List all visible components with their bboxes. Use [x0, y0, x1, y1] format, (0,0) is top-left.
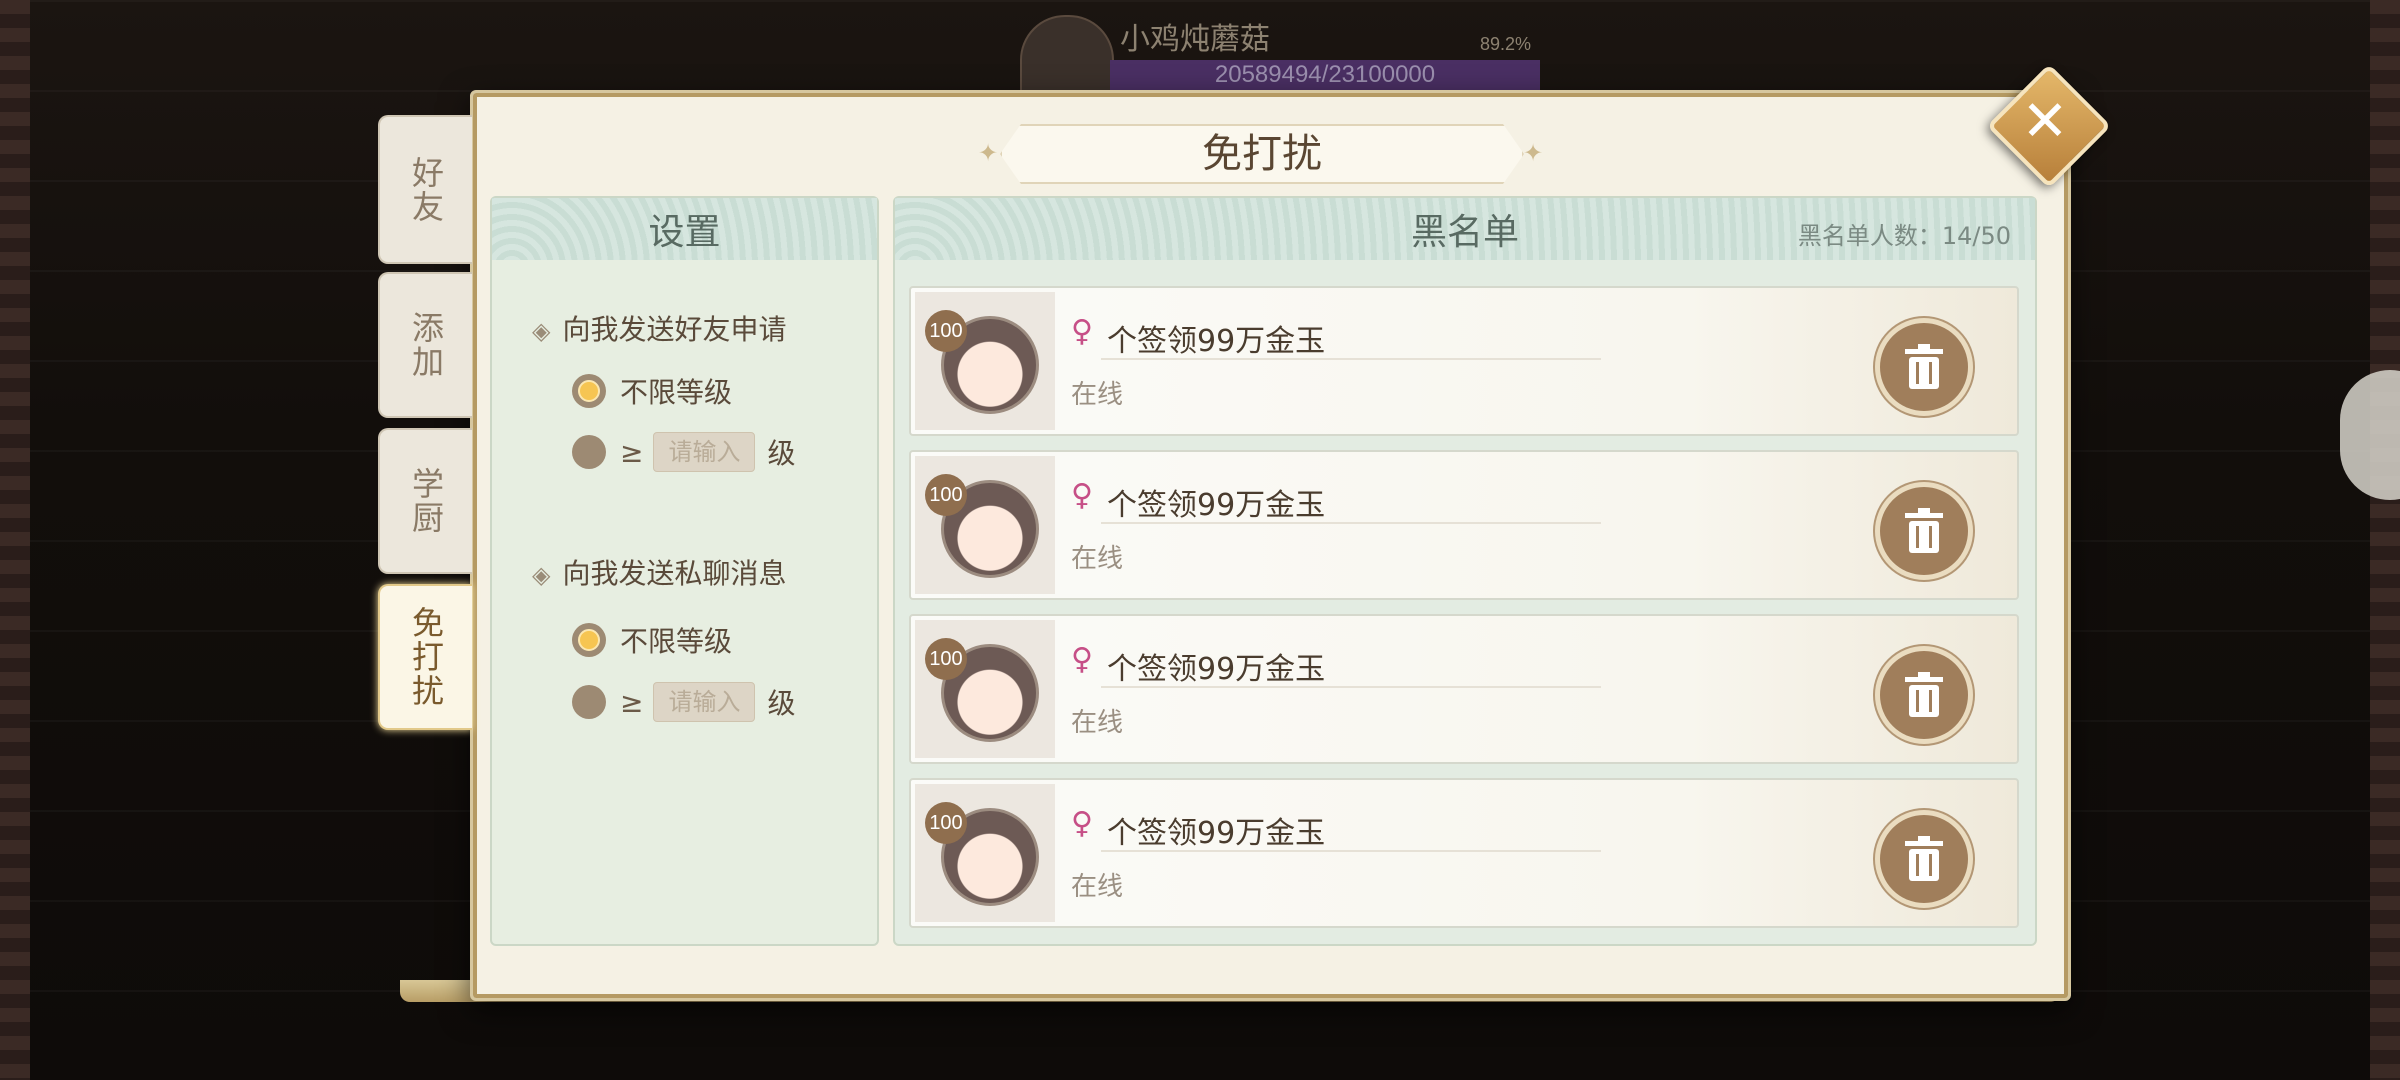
- level-badge: 100: [925, 802, 967, 844]
- settings-heading: 设置: [492, 198, 877, 260]
- online-status: 在线: [1071, 544, 1124, 574]
- blacklist-count: 黑名单人数：14/50: [1797, 222, 2011, 250]
- online-status: 在线: [1071, 380, 1124, 410]
- blacklist-name: 个签领99万金玉: [1107, 652, 1326, 687]
- tab-cooking[interactable]: 学厨: [378, 428, 472, 574]
- online-status: 在线: [1071, 708, 1124, 738]
- remove-button[interactable]: [1875, 646, 1973, 744]
- tab-friends[interactable]: 好友: [378, 115, 472, 264]
- private-message-level-option[interactable]: ≥ 请输入 级: [572, 682, 795, 722]
- blacklist-name: 个签领99万金玉: [1107, 324, 1326, 359]
- friend-request-unlimited-option[interactable]: 不限等级: [572, 371, 732, 411]
- diamond-icon: ◈: [532, 317, 551, 345]
- title-ornament-right-icon: ✦: [1522, 139, 1544, 167]
- friend-request-level-input[interactable]: 请输入: [653, 432, 756, 472]
- right-border-decoration: [2370, 0, 2400, 1080]
- friend-request-level-option[interactable]: ≥ 请输入 级: [572, 432, 795, 472]
- avatar[interactable]: 100: [915, 620, 1055, 758]
- radio-button-selected[interactable]: [572, 374, 606, 408]
- remove-button[interactable]: [1875, 810, 1973, 908]
- blacklist-row: 100 ♀ 个签领99万金玉 在线: [909, 286, 2019, 436]
- player-info-bar: 小鸡炖蘑菇 89.2% 20589494/23100000: [1000, 0, 1560, 94]
- divider: [1101, 522, 1601, 524]
- divider: [1101, 686, 1601, 688]
- level-badge: 100: [925, 474, 967, 516]
- divider: [1101, 850, 1601, 852]
- private-message-setting-title: ◈ 向我发送私聊消息: [532, 557, 787, 590]
- blacklist-name: 个签领99万金玉: [1107, 488, 1326, 523]
- private-message-unlimited-option[interactable]: 不限等级: [572, 620, 732, 660]
- dialog-title: 免打扰: [1000, 124, 1524, 184]
- player-name: 小鸡炖蘑菇: [1120, 23, 1270, 56]
- female-icon: ♀: [1071, 478, 1093, 513]
- level-badge: 100: [925, 638, 967, 680]
- female-icon: ♀: [1071, 314, 1093, 349]
- close-icon[interactable]: ✕: [2013, 90, 2077, 154]
- radio-button-selected[interactable]: [572, 623, 606, 657]
- dialog-title-text: 免打扰: [1202, 131, 1322, 177]
- avatar[interactable]: 100: [915, 292, 1055, 430]
- friend-request-setting-title: ◈ 向我发送好友申请: [532, 313, 787, 346]
- settings-panel: 设置 ◈ 向我发送好友申请 不限等级 ≥ 请输入 级 ◈ 向我发送私聊消息 不限等级…: [490, 196, 879, 946]
- private-message-level-input[interactable]: 请输入: [653, 682, 756, 722]
- player-avatar[interactable]: [1020, 15, 1114, 94]
- level-badge: 100: [925, 310, 967, 352]
- avatar[interactable]: 100: [915, 784, 1055, 922]
- tab-label: 学厨: [407, 467, 445, 535]
- tab-do-not-disturb[interactable]: 免打扰: [378, 584, 472, 730]
- avatar[interactable]: 100: [915, 456, 1055, 594]
- divider: [1101, 358, 1601, 360]
- female-icon: ♀: [1071, 642, 1093, 677]
- player-xp-bar: 20589494/23100000: [1110, 60, 1540, 90]
- tab-label: 添加: [407, 311, 445, 379]
- blacklist-row: 100 ♀ 个签领99万金玉 在线: [909, 614, 2019, 764]
- trash-icon: [1905, 344, 1943, 389]
- blacklist-heading: 黑名单 黑名单人数：14/50: [895, 198, 2035, 260]
- female-icon: ♀: [1071, 806, 1093, 841]
- trash-icon: [1905, 508, 1943, 553]
- radio-button[interactable]: [572, 685, 606, 719]
- blacklist-row: 100 ♀ 个签领99万金玉 在线: [909, 778, 2019, 928]
- blacklist-row: 100 ♀ 个签领99万金玉 在线: [909, 450, 2019, 600]
- trash-icon: [1905, 672, 1943, 717]
- blacklist-name: 个签领99万金玉: [1107, 816, 1326, 851]
- tab-label: 好友: [407, 155, 445, 224]
- trash-icon: [1905, 836, 1943, 881]
- title-ornament-left-icon: ✦: [977, 139, 999, 167]
- blacklist-panel: 黑名单 黑名单人数：14/50 100 ♀ 个签领99万金玉 在线 100 ♀ …: [893, 196, 2037, 946]
- tab-label: 免打扰: [407, 606, 445, 708]
- player-xp-percent: 89.2%: [1480, 34, 1532, 54]
- tab-add[interactable]: 添加: [378, 272, 472, 418]
- left-border-decoration: [0, 0, 30, 1080]
- remove-button[interactable]: [1875, 482, 1973, 580]
- remove-button[interactable]: [1875, 318, 1973, 416]
- diamond-icon: ◈: [532, 561, 551, 589]
- radio-button[interactable]: [572, 435, 606, 469]
- online-status: 在线: [1071, 872, 1124, 902]
